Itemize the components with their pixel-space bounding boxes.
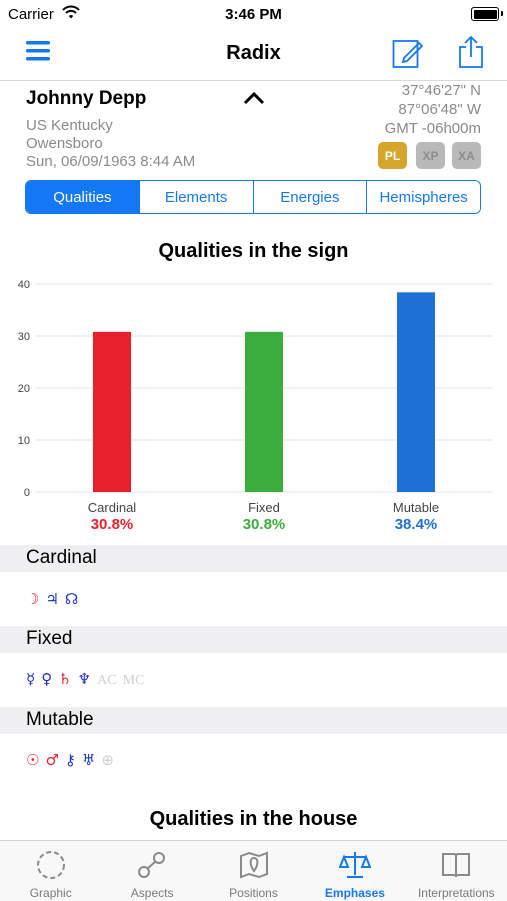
planet-glyph: ☉	[26, 751, 40, 769]
nav-divider	[0, 80, 507, 81]
birth-city: Owensboro	[26, 135, 103, 152]
planet-glyph: ♂	[45, 751, 59, 769]
tab-label: Aspects	[130, 886, 174, 900]
planet-glyph: MC	[122, 673, 145, 688]
section-header-mutable: Mutable	[0, 707, 507, 734]
bar-fixed	[245, 331, 283, 492]
segment-energies[interactable]: Energies	[252, 181, 367, 213]
share-icon[interactable]	[458, 35, 484, 69]
cardinal-planet-glyphs: ☽ ♃ ☊	[26, 590, 84, 608]
edit-icon[interactable]	[392, 37, 424, 69]
badge-xp[interactable]: XP	[416, 142, 445, 169]
section-title: Mutable	[26, 709, 94, 730]
planet-glyph: ♅	[81, 751, 96, 769]
fixed-planet-glyphs: ☿ ♀ ♄ ♆ AC MC	[26, 670, 150, 689]
tab-label: Interpretations	[417, 886, 495, 900]
aspects-link-icon	[136, 849, 168, 886]
qualities-bar-chart: 010203040Cardinal30.8%Fixed30.8%Mutable3…	[18, 279, 492, 533]
circle-dashed-icon	[35, 849, 67, 886]
planet-glyph: ☽	[26, 590, 40, 608]
book-icon	[440, 849, 472, 886]
segment-hemispheres[interactable]: Hemispheres	[366, 181, 480, 213]
tab-positions[interactable]: Positions	[203, 841, 304, 901]
planet-glyph: AC	[97, 673, 117, 688]
section-title: Fixed	[26, 628, 73, 649]
latitude: 37°46'27" N	[401, 82, 481, 99]
timezone: GMT -06h00m	[384, 120, 481, 137]
bar-cardinal	[93, 331, 131, 492]
segment-qualities[interactable]: Qualities	[26, 181, 139, 213]
planet-glyph: ♃	[45, 590, 59, 608]
tab-bar: Graphic Aspects Positions Emphases Inter…	[0, 840, 507, 901]
tab-label: Emphases	[324, 886, 385, 900]
person-name: Johnny Depp	[26, 88, 147, 109]
y-tick-label: 40	[18, 279, 30, 291]
tab-graphic[interactable]: Graphic	[0, 841, 101, 901]
battery-tip	[501, 11, 503, 16]
category-label: Cardinal	[88, 500, 137, 515]
status-bar: Carrier 3:46 PM	[0, 0, 507, 28]
chart-title: Qualities in the sign	[158, 240, 349, 262]
scales-icon	[338, 849, 372, 886]
tab-interpretations[interactable]: Interpretations	[406, 841, 507, 901]
mutable-planet-glyphs: ☉ ♂ ⚷ ♅ ⊕	[26, 751, 120, 769]
percent-label: 30.8%	[91, 516, 134, 533]
planet-glyph: ♀	[41, 670, 53, 688]
percent-label: 38.4%	[395, 516, 438, 533]
percent-label: 30.8%	[243, 516, 286, 533]
birth-datetime: Sun, 06/09/1963 8:44 AM	[26, 153, 196, 170]
map-pin-icon	[238, 849, 270, 886]
y-tick-label: 10	[18, 435, 30, 447]
category-label: Fixed	[248, 500, 280, 515]
badge-xa[interactable]: XA	[452, 142, 481, 169]
bar-mutable	[397, 292, 435, 492]
birth-region: US Kentucky	[26, 117, 113, 134]
tab-label: Positions	[229, 886, 278, 900]
segment-elements[interactable]: Elements	[138, 181, 253, 213]
y-tick-label: 20	[18, 383, 30, 395]
segmented-control: Qualities Elements Energies Hemispheres	[25, 180, 481, 214]
page-title: Radix	[226, 42, 281, 64]
tab-aspects[interactable]: Aspects	[101, 841, 202, 901]
house-qualities-heading: Qualities in the house	[149, 808, 358, 830]
tab-emphases[interactable]: Emphases	[304, 841, 405, 901]
section-header-cardinal: Cardinal	[0, 545, 507, 572]
battery-icon	[471, 7, 499, 21]
category-label: Mutable	[393, 500, 439, 515]
badge-pl[interactable]: PL	[378, 142, 407, 169]
planet-glyph: ☊	[64, 590, 79, 608]
planet-glyph: ⊕	[101, 751, 114, 769]
longitude: 87°06'48" W	[398, 101, 481, 118]
collapse-chevron-icon[interactable]	[243, 91, 265, 105]
planet-glyph: ⚷	[64, 751, 76, 769]
tab-label: Graphic	[29, 886, 72, 900]
y-tick-label: 0	[24, 487, 30, 499]
planet-glyph: ♄	[58, 670, 72, 688]
y-tick-label: 30	[18, 331, 30, 343]
section-header-fixed: Fixed	[0, 626, 507, 653]
status-time: 3:46 PM	[225, 6, 282, 23]
planet-glyph: ☿	[26, 670, 36, 688]
section-title: Cardinal	[26, 547, 97, 568]
planet-glyph: ♆	[77, 670, 92, 688]
